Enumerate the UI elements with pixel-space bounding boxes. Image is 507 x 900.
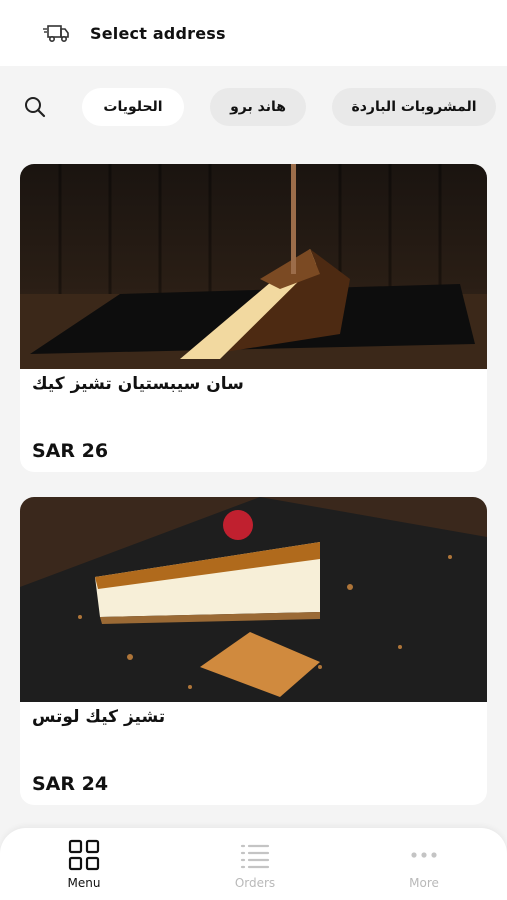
select-address-button[interactable]: Select address (90, 24, 226, 43)
nav-orders-label: Orders (234, 876, 276, 890)
product-image (20, 164, 487, 369)
category-desserts[interactable]: الحلويات (82, 88, 184, 126)
nav-menu-label: Menu (67, 876, 101, 890)
product-name: سان سيبستيان تشيز كيك (32, 374, 244, 394)
top-bar: Select address (0, 0, 507, 66)
search-icon[interactable] (22, 94, 48, 120)
nav-orders[interactable]: Orders (210, 838, 300, 894)
nav-more-label: More (409, 876, 439, 890)
product-card[interactable]: سان سيبستيان تشيز كيك SAR 26 (20, 164, 487, 472)
grid-icon (67, 838, 101, 872)
product-image (20, 497, 487, 702)
delivery-truck-icon[interactable] (42, 22, 70, 44)
product-price: SAR 24 (32, 773, 109, 795)
product-price: SAR 26 (32, 440, 109, 462)
product-name: تشيز كيك لوتس (32, 707, 166, 727)
category-hand-brew[interactable]: هاند برو (210, 88, 306, 126)
nav-menu[interactable]: Menu (39, 838, 129, 894)
nav-more[interactable]: More (379, 838, 469, 894)
dots-icon (407, 838, 441, 872)
list-icon (238, 838, 272, 872)
category-cold-drinks[interactable]: المشروبات الباردة (332, 88, 496, 126)
category-bar: الحلويات هاند برو المشروبات الباردة (0, 84, 507, 128)
product-card[interactable]: تشيز كيك لوتس SAR 24 (20, 497, 487, 805)
bottom-navigation: Menu Orders More (0, 828, 507, 900)
